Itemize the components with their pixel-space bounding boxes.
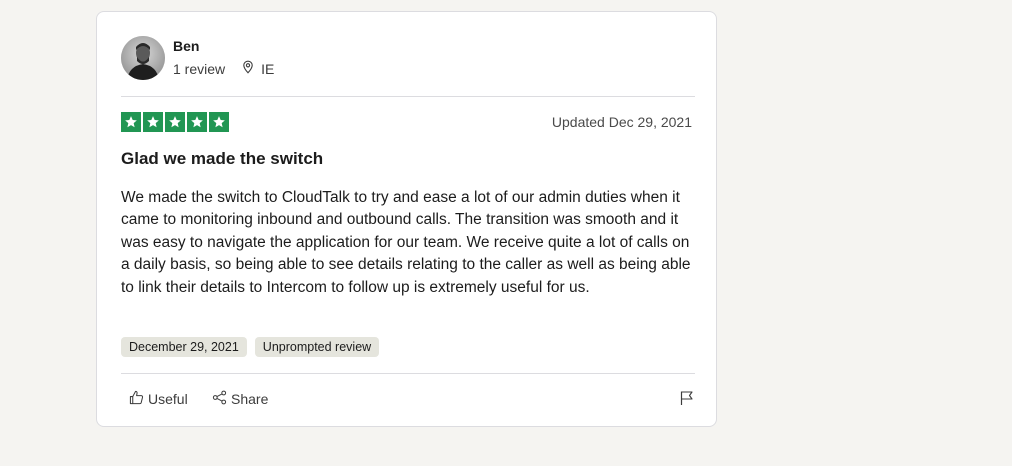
share-icon bbox=[212, 390, 231, 408]
reviewer-meta: 1 review IE bbox=[173, 60, 274, 77]
reviewer-name[interactable]: Ben bbox=[173, 38, 199, 54]
star-icon bbox=[121, 112, 141, 132]
useful-label: Useful bbox=[148, 391, 188, 407]
star-icon bbox=[143, 112, 163, 132]
star-rating bbox=[121, 112, 229, 132]
reviewer-header: Ben 1 review IE bbox=[121, 36, 695, 82]
review-body: We made the switch to CloudTalk to try a… bbox=[121, 189, 691, 296]
star-icon bbox=[187, 112, 207, 132]
date-tag: December 29, 2021 bbox=[121, 337, 247, 357]
review-tags: December 29, 2021 Unprompted review bbox=[121, 337, 380, 357]
footer-divider bbox=[121, 373, 695, 374]
review-actions: Useful Share bbox=[121, 390, 695, 412]
thumbs-up-icon bbox=[129, 390, 148, 408]
country-code: IE bbox=[261, 60, 275, 77]
reviewer-location: IE bbox=[241, 60, 274, 77]
share-button[interactable]: Share bbox=[212, 390, 268, 408]
review-card: Ben 1 review IE Updated Dec 29, 2021 Gla… bbox=[96, 11, 717, 427]
unprompted-tag[interactable]: Unprompted review bbox=[254, 337, 380, 357]
useful-button[interactable]: Useful bbox=[129, 390, 188, 408]
star-icon bbox=[165, 112, 185, 132]
header-divider bbox=[121, 96, 695, 97]
share-label: Share bbox=[231, 391, 269, 407]
flag-icon bbox=[679, 391, 695, 410]
star-icon bbox=[209, 112, 229, 132]
flag-button[interactable] bbox=[679, 390, 695, 411]
location-pin-icon bbox=[241, 60, 261, 77]
review-title[interactable]: Glad we made the switch bbox=[121, 149, 323, 169]
avatar[interactable] bbox=[121, 36, 165, 80]
review-count: 1 review bbox=[173, 60, 226, 77]
review-updated-date: Updated Dec 29, 2021 bbox=[551, 114, 692, 130]
